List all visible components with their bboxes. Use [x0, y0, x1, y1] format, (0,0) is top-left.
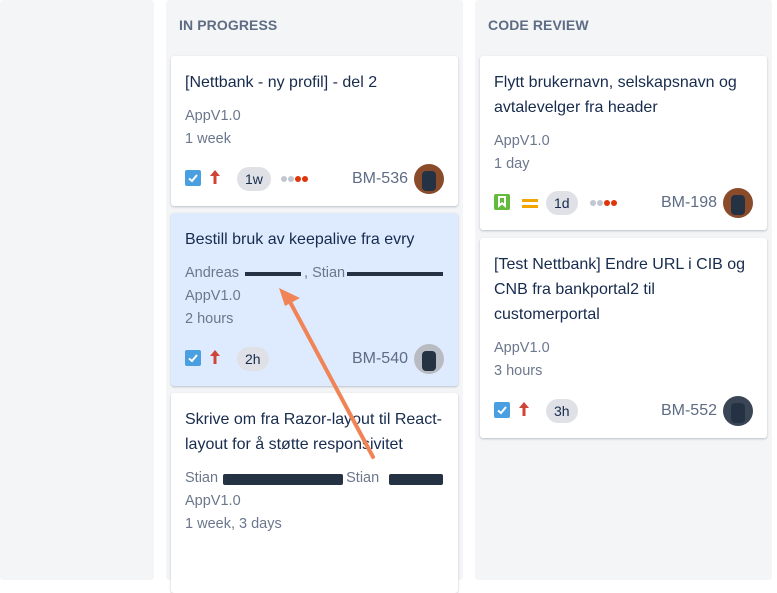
card-footer: 1w BM-536	[185, 164, 444, 194]
time-remaining: 1 day	[494, 156, 530, 172]
issue-card[interactable]: [Nettbank - ny profil] - del 2 AppV1.0 1…	[171, 56, 458, 206]
checkbox-icon	[185, 170, 201, 186]
fix-version: AppV1.0	[494, 133, 550, 149]
card-title: Skrive om fra Razor-layout til React-lay…	[185, 411, 442, 453]
issue-card[interactable]: Bestill bruk av keepalive fra evry Andre…	[171, 213, 458, 386]
avatar[interactable]	[723, 188, 753, 218]
redaction	[389, 474, 443, 485]
arrow-up-icon	[209, 169, 221, 190]
assignee-name: , Stian	[304, 265, 346, 281]
column-in-progress: IN PROGRESS [Nettbank - ny profil] - del…	[166, 0, 463, 593]
issue-card[interactable]: Skrive om fra Razor-layout til React-lay…	[171, 393, 458, 593]
column-title: IN PROGRESS	[179, 17, 278, 33]
estimate-badge: 2h	[237, 347, 269, 371]
issue-card[interactable]: [Test Nettbank] Endre URL i CIB og CNB f…	[480, 238, 767, 438]
estimate-badge: 1d	[546, 191, 578, 215]
fix-version: AppV1.0	[494, 340, 550, 356]
estimate-badge: 3h	[546, 399, 578, 423]
avatar[interactable]	[414, 164, 444, 194]
assignee-name: Andreas	[185, 265, 240, 281]
issue-key[interactable]: BM-552	[661, 400, 717, 422]
card-footer: 2h BM-540	[185, 344, 444, 374]
column-title: CODE REVIEW	[488, 17, 589, 33]
assignee-name: , Stian	[338, 470, 380, 486]
time-remaining: 1 week, 3 days	[185, 516, 282, 532]
status-dots	[590, 200, 618, 206]
equals-icon	[522, 197, 538, 215]
avatar[interactable]	[414, 344, 444, 374]
fix-version: AppV1.0	[185, 493, 241, 509]
column-todo	[0, 0, 154, 580]
issue-card[interactable]: Flytt brukernavn, selskapsnavn og avtale…	[480, 56, 767, 230]
time-remaining: 1 week	[185, 131, 231, 147]
card-title: [Nettbank - ny profil] - del 2	[185, 74, 378, 91]
redaction	[223, 474, 343, 485]
card-title: [Test Nettbank] Endre URL i CIB og CNB f…	[494, 256, 746, 323]
checkbox-icon	[185, 350, 201, 366]
card-footer: 1d BM-198	[494, 188, 753, 218]
issue-key[interactable]: BM-198	[661, 192, 717, 214]
redaction	[347, 272, 443, 276]
redaction	[245, 272, 301, 276]
assignees: Andreas , Stian	[185, 262, 444, 285]
avatar[interactable]	[723, 396, 753, 426]
arrow-up-icon	[209, 349, 221, 370]
issue-key[interactable]: BM-540	[352, 348, 408, 370]
time-remaining: 3 hours	[494, 363, 543, 379]
assignee-name: Stian	[185, 470, 219, 486]
card-title: Bestill bruk av keepalive fra evry	[185, 231, 415, 248]
arrow-up-icon	[518, 401, 530, 422]
bookmark-icon	[494, 194, 510, 210]
status-dots	[281, 176, 309, 182]
assignees: Stian , Stian	[185, 467, 444, 490]
card-footer: 3h BM-552	[494, 396, 753, 426]
time-remaining: 2 hours	[185, 311, 234, 327]
checkbox-icon	[494, 402, 510, 418]
fix-version: AppV1.0	[185, 108, 241, 124]
issue-key[interactable]: BM-536	[352, 168, 408, 190]
fix-version: AppV1.0	[185, 288, 241, 304]
column-code-review: CODE REVIEW Flytt brukernavn, selskapsna…	[475, 0, 772, 580]
estimate-badge: 1w	[237, 167, 271, 191]
card-title: Flytt brukernavn, selskapsnavn og avtale…	[494, 74, 737, 116]
